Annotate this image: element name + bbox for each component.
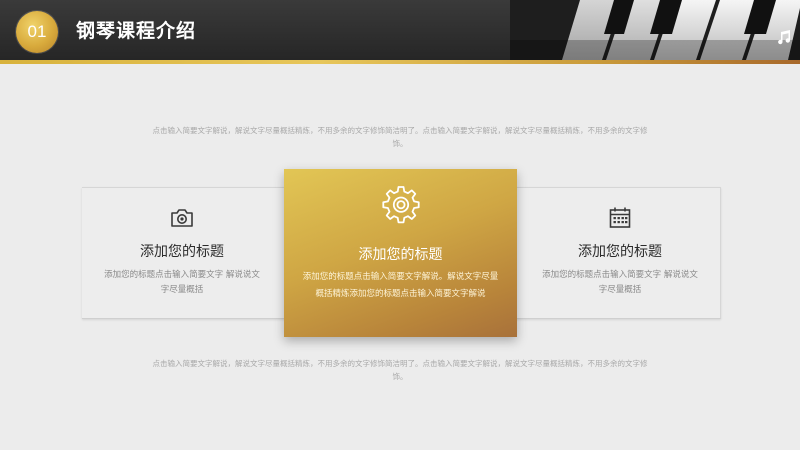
feature-card-left-text: 添加您的标题点击输入简要文字 解说说文字尽量概括 [104, 270, 260, 295]
footer-paragraph: 点击输入简要文字解说，解说文字尽量概括精炼，不用多余的文字修饰简洁明了。点击输入… [152, 359, 648, 381]
page-title: 钢琴课程介绍 [76, 20, 197, 42]
feature-card-center-text: 添加您的标题点击输入简要文字解说。解说文字尽量概括精炼添加您的标题点击输入简要文… [302, 272, 499, 299]
header-bar: 01 钢琴课程介绍 [0, 0, 800, 60]
section-number-badge: 01 [16, 11, 58, 53]
feature-card-left: 添加您的标题 添加您的标题点击输入简要文字 解说说文字尽量概括 [82, 187, 282, 317]
calendar-icon [609, 207, 631, 228]
feature-card-center: 添加您的标题 添加您的标题点击输入简要文字解说。解说文字尽量概括精炼添加您的标题… [284, 169, 517, 337]
feature-card-right: 添加您的标题 添加您的标题点击输入简要文字 解说说文字尽量概括 [520, 187, 720, 317]
header-gold-rule [0, 60, 800, 64]
feature-card-right-title: 添加您的标题 [578, 244, 662, 260]
camera-icon [171, 209, 193, 227]
gear-icon [381, 186, 420, 224]
music-note-icon [778, 30, 790, 45]
piano-keys-decoration [510, 0, 800, 60]
feature-card-center-title: 添加您的标题 [358, 247, 443, 263]
intro-paragraph: 点击输入简要文字解说，解说文字尽量概括精炼，不用多余的文字修饰简洁明了。点击输入… [152, 126, 648, 148]
feature-card-left-title: 添加您的标题 [140, 244, 224, 260]
feature-card-right-text: 添加您的标题点击输入简要文字 解说说文字尽量概括 [542, 270, 698, 295]
